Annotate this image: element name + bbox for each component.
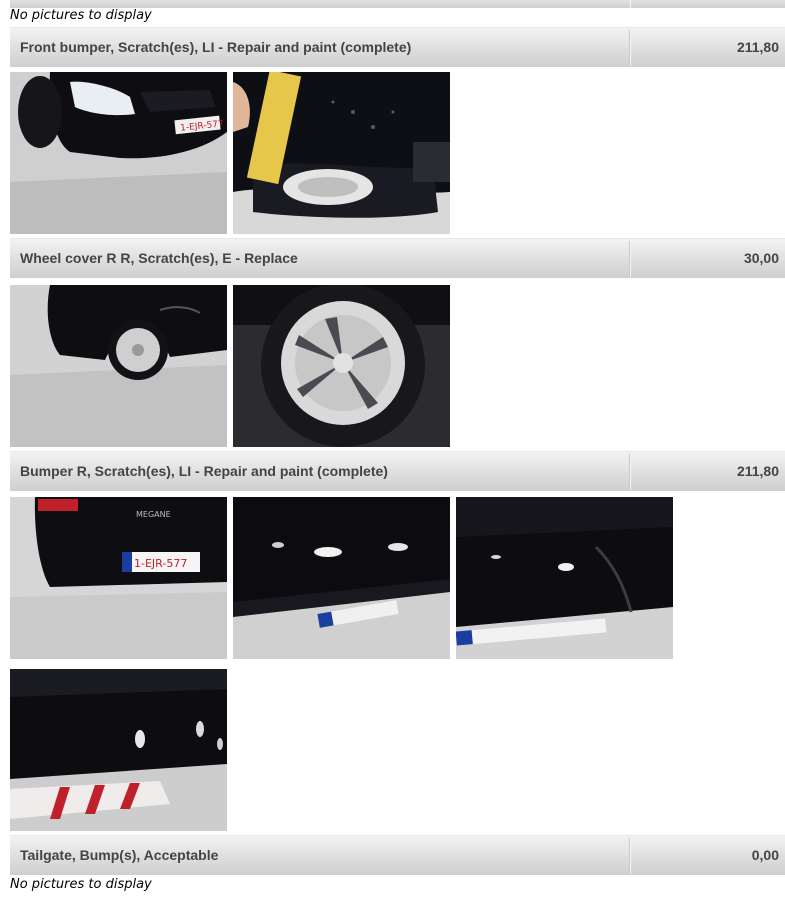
column-divider [630,30,631,66]
column-divider [630,241,631,277]
damage-row-rear-bumper[interactable]: Bumper R, Scratch(es), LI - Repair and p… [10,451,785,491]
photo-rear-bumper-3[interactable] [456,497,673,659]
damage-description: Bumper R, Scratch(es), LI - Repair and p… [20,463,388,479]
damage-row-tailgate[interactable]: Tailgate, Bump(s), Acceptable 0,00 [10,835,785,875]
plate-text: 1-EJR-577 [134,557,187,570]
previous-row-bar [10,0,785,8]
photo-front-bumper-1[interactable]: 1-EJR-577 [10,72,227,234]
damage-amount: 211,80 [736,463,779,479]
photo-rear-bumper-2[interactable] [233,497,450,659]
no-pictures-note: No pictures to display [10,8,152,23]
damage-amount: 0,00 [751,847,779,863]
damage-description: Wheel cover R R, Scratch(es), E - Replac… [20,250,298,266]
photo-wheel-cover-1[interactable] [10,285,227,447]
damage-amount: 211,80 [736,39,779,55]
photo-rear-bumper-4[interactable] [10,669,227,831]
badge-text: MEGANE [136,510,171,519]
damage-row-wheel-cover[interactable]: Wheel cover R R, Scratch(es), E - Replac… [10,238,785,278]
damage-description: Tailgate, Bump(s), Acceptable [20,847,219,863]
column-divider [630,0,631,8]
damage-amount: 30,00 [743,250,779,266]
photo-rear-bumper-1[interactable]: 1-EJR-577 MEGANE [10,497,227,659]
photo-front-bumper-2[interactable] [233,72,450,234]
photo-wheel-cover-2[interactable] [233,285,450,447]
column-divider [630,454,631,490]
column-divider [630,838,631,874]
damage-description: Front bumper, Scratch(es), LI - Repair a… [20,39,412,55]
no-pictures-note: No pictures to display [10,877,152,892]
damage-row-front-bumper[interactable]: Front bumper, Scratch(es), LI - Repair a… [10,27,785,67]
